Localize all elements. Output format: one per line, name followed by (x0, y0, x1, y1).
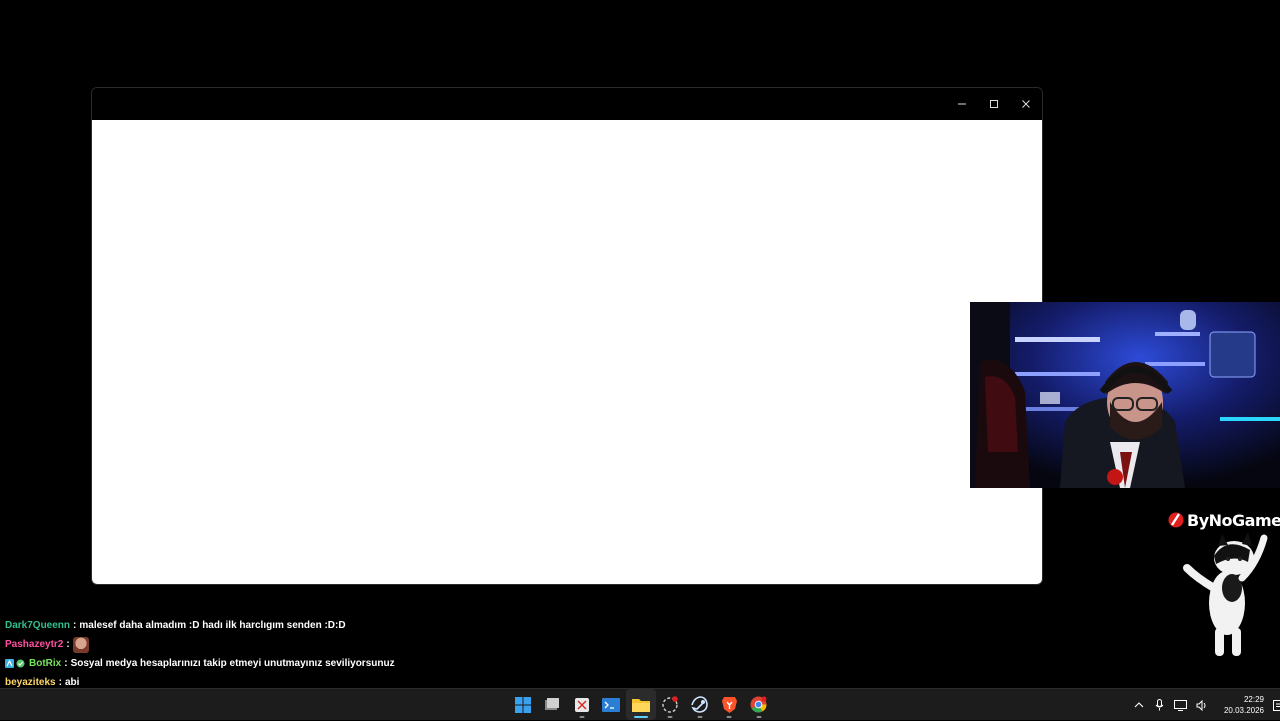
recorder-icon (661, 696, 679, 714)
chat-username: beyaziteks (5, 677, 56, 688)
show-hidden-icons-button[interactable] (1128, 690, 1149, 721)
webcam-feed-image (970, 302, 1280, 488)
running-indicator (727, 716, 732, 718)
verified-badge-icon (16, 659, 25, 668)
clock[interactable]: 22:29 20.03.2026 (1214, 694, 1264, 716)
terminal-button[interactable] (597, 689, 627, 720)
window-content-area[interactable] (92, 120, 1042, 584)
snipping-tool-button[interactable] (567, 689, 597, 720)
running-indicator (697, 716, 702, 718)
recorder-button[interactable] (656, 689, 686, 720)
window-controls (946, 88, 1042, 120)
start-button[interactable] (508, 689, 538, 720)
microphone-button[interactable] (1149, 690, 1170, 721)
steam-button[interactable] (685, 689, 715, 720)
brave-button[interactable] (715, 689, 745, 720)
chevron-up-icon (1134, 702, 1144, 708)
windows-start-icon (515, 697, 531, 713)
maximize-button[interactable] (978, 88, 1010, 120)
maximize-icon (989, 99, 999, 109)
chat-separator: : (59, 677, 62, 688)
chat-separator: : (73, 620, 76, 631)
chrome-icon (750, 696, 767, 713)
taskbar-apps (508, 689, 774, 721)
microphone-icon (1155, 699, 1164, 711)
file-explorer-icon (632, 697, 650, 712)
chat-username: Pashazeytr2 (5, 639, 63, 650)
chrome-button[interactable] (744, 689, 774, 720)
brave-icon (722, 696, 737, 713)
snipping-tool-icon (574, 697, 590, 713)
brand-logo-icon (1168, 511, 1184, 529)
clock-time: 22:29 (1214, 694, 1264, 705)
chat-overlay: Dark7Queenn : malesef daha almadım :D ha… (5, 616, 625, 692)
face-emote-icon (73, 637, 89, 653)
clock-date: 20.03.2026 (1214, 705, 1264, 716)
task-view-icon (544, 697, 560, 713)
running-indicator (579, 716, 584, 718)
close-button[interactable] (1010, 88, 1042, 120)
chat-text: abi (65, 677, 79, 688)
brand-logo-text: ByNoGame (1187, 511, 1280, 530)
cat-sticker-image (1182, 528, 1272, 660)
chat-username: BotRix (29, 658, 61, 669)
chat-text: Sosyal medya hesaplarınızı takip etmeyi … (71, 658, 395, 669)
volume-icon (1196, 700, 1208, 711)
running-indicator (668, 716, 673, 718)
system-tray: 22:29 20.03.2026 (1128, 689, 1280, 721)
task-view-button[interactable] (538, 689, 568, 720)
window-titlebar[interactable] (92, 88, 1042, 120)
network-button[interactable] (1170, 690, 1191, 721)
bot-badge-icon (5, 659, 14, 668)
chat-message: BotRix : Sosyal medya hesaplarınızı taki… (5, 654, 625, 673)
chat-username: Dark7Queenn (5, 620, 70, 631)
file-explorer-button[interactable] (626, 689, 656, 720)
chat-message: Pashazeytr2 : (5, 635, 625, 654)
network-icon (1174, 700, 1187, 711)
running-indicator (756, 716, 761, 718)
notifications-button[interactable] (1268, 690, 1280, 721)
minimize-button[interactable] (946, 88, 978, 120)
steam-icon (691, 696, 708, 713)
terminal-icon (602, 698, 620, 712)
running-indicator (634, 716, 648, 718)
taskbar: 22:29 20.03.2026 (0, 688, 1280, 720)
chat-separator: : (66, 639, 69, 650)
close-icon (1021, 99, 1031, 109)
minimize-icon (957, 99, 967, 109)
app-window[interactable] (91, 87, 1043, 585)
chat-text: malesef daha almadım :D hadı ilk harclıg… (79, 620, 345, 631)
volume-button[interactable] (1191, 690, 1212, 721)
chat-message: Dark7Queenn : malesef daha almadım :D ha… (5, 616, 625, 635)
notification-icon (1273, 700, 1280, 711)
chat-separator: : (64, 658, 67, 669)
webcam-overlay (970, 302, 1280, 488)
